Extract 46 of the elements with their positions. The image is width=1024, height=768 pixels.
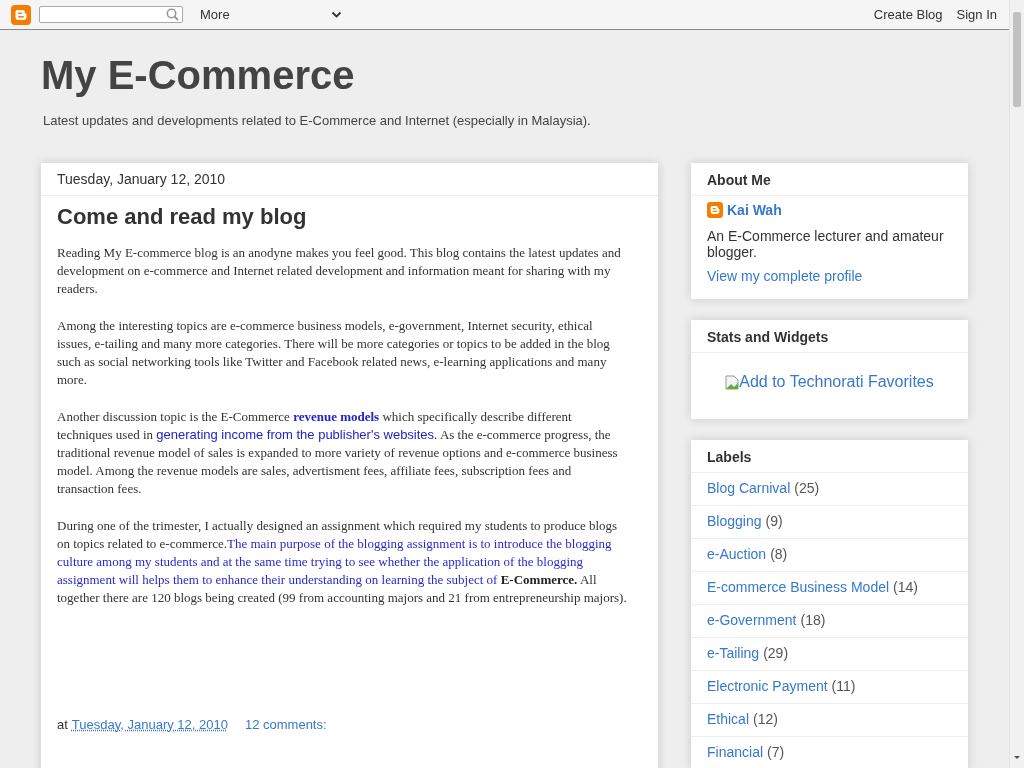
label-count: (11): [831, 678, 856, 696]
blog-title[interactable]: My E-Commerce: [41, 52, 355, 98]
post-paragraph: Among the interesting topics are e-commerce business models, e-government, Internet security, ethical issues, e-tailing and many more categories. There will be more categories or topics to be added in the blog such as social networking tools like Twitter and Facebook related news, e-learning applications and many more.: [57, 317, 611, 389]
label-count: (12): [753, 711, 778, 729]
label-count: (29): [763, 645, 789, 663]
byline-label: at: [57, 717, 68, 732]
profile-name-link[interactable]: Kai Wah: [727, 202, 782, 218]
label-link[interactable]: Electronic Payment: [707, 678, 828, 703]
post-title[interactable]: Come and read my blog: [57, 204, 642, 230]
label-link[interactable]: Blog Carnival: [707, 480, 791, 505]
bio-text: An E-Commerce lecturer and amateur blogger.: [707, 228, 945, 260]
broken-image-link[interactable]: Add to Technorati Favorites: [725, 373, 934, 391]
blogger-logo-icon[interactable]: [11, 4, 31, 25]
widget-title: About Me: [691, 163, 968, 196]
search-field[interactable]: [39, 6, 183, 23]
label-count: (8): [770, 546, 788, 564]
label-link[interactable]: e-Auction: [707, 546, 767, 571]
label-count: (7): [767, 744, 785, 762]
label-link[interactable]: Blogging: [707, 513, 762, 538]
label-link[interactable]: E-commerce Business Model: [707, 579, 890, 604]
label-link[interactable]: Financial: [707, 744, 764, 768]
post-paragraph: Another discussion topic is the E-Commerce revenue models which specifically describe different techniques used in generating income from the publisher's websites. As the e-commerce progress, the traditional revenue model of sales is expanded to more variety of revenue options and e-commerce business model. Among the revenue models are sales, advertisment fees, affiliate fees, subscription fees and transaction fees.: [57, 408, 619, 498]
date-header: Tuesday, January 12, 2010: [41, 163, 658, 196]
comments-link[interactable]: 12 comments:: [244, 717, 327, 732]
post-paragraph: During one of the trimester, I actually designed an assignment which required my students to produce blogs on topics related to e-commerce.The main purpose of the blogging assignment is to introduce the blogging culture among my students and at the same time trying to see whether the application of the blogging assignment will helps them to enhance their understanding on learning the subject of E-Commerce. All together there are 120 blogs being created (99 from accounting majors and 21 from entrepreneurship majors).: [57, 517, 628, 607]
profile-link[interactable]: View my complete profile: [707, 268, 863, 284]
broken-image-icon: [725, 374, 740, 390]
nav-link[interactable]: Create Blog: [873, 7, 943, 22]
label-link[interactable]: e-Government: [707, 612, 797, 637]
label-count: (18): [800, 612, 826, 630]
label-link[interactable]: e-Tailing: [707, 645, 760, 670]
blog-description: Latest updates and developments related to E-Commerce and Internet (especially in Malaysia).: [43, 113, 592, 128]
label-count: (25): [794, 480, 820, 498]
label-link[interactable]: Ethical: [707, 711, 750, 736]
post-paragraph: Reading My E-commerce blog is an anodyne makes you feel good. This blog contains the latest updates and development on e-commerce and Internet related development and information meant for sharing with my readers.: [57, 244, 622, 298]
more-dropdown[interactable]: More: [200, 7, 342, 22]
text-link[interactable]: revenue models: [293, 409, 380, 424]
widget-title: Stats and Widgets: [691, 320, 968, 353]
nav-link[interactable]: Sign In: [956, 7, 997, 22]
widget-title: Labels: [691, 440, 968, 473]
label-count: (14): [893, 579, 918, 597]
search-icon: [166, 8, 179, 21]
chevron-down-icon: [331, 10, 342, 19]
label-count: (9): [765, 513, 783, 531]
timestamp-link[interactable]: Tuesday, January 12, 2010: [71, 717, 228, 732]
blogger-logo-icon: [707, 202, 723, 218]
